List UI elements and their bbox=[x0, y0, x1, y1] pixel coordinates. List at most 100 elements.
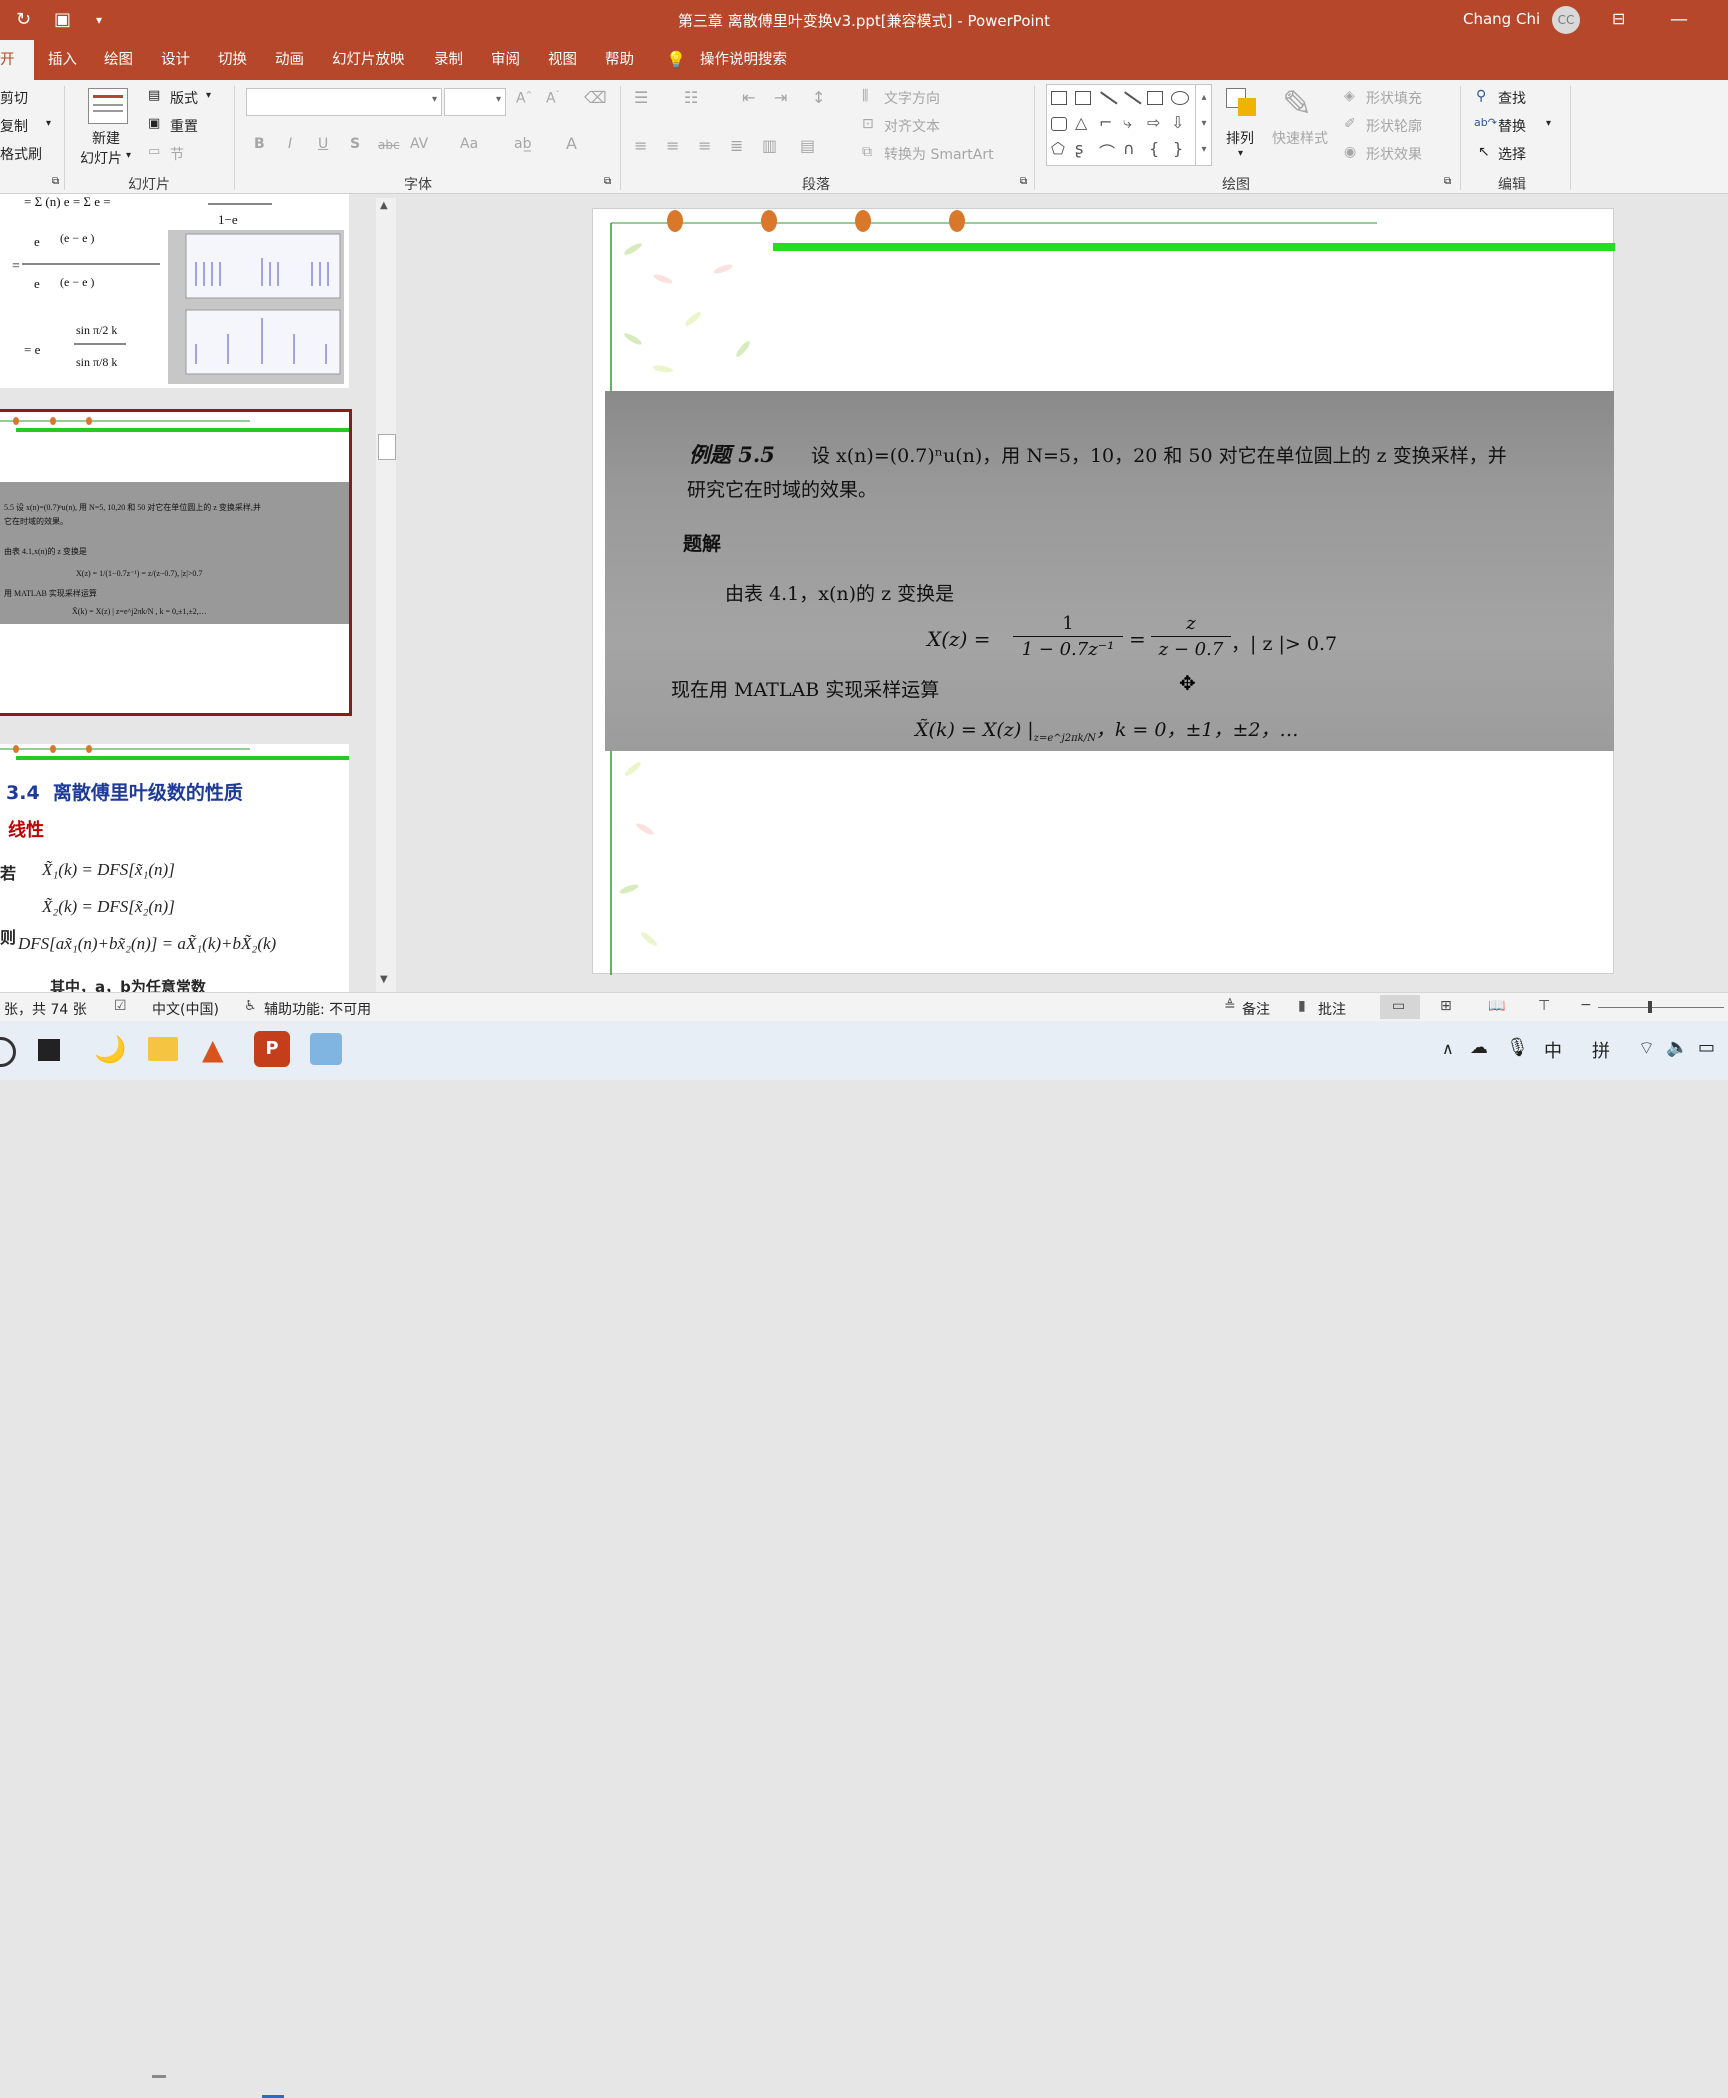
italic-button[interactable]: I bbox=[288, 136, 292, 152]
notes-button[interactable]: 备注 bbox=[1242, 999, 1270, 1019]
new-slide-label[interactable]: 新建 bbox=[92, 128, 120, 148]
copy-button[interactable]: 复制 bbox=[0, 116, 28, 136]
scroll-down-icon[interactable]: ▼ bbox=[380, 974, 388, 985]
scribble-shape[interactable]: ʂ bbox=[1075, 139, 1083, 158]
rounded-rect-shape[interactable] bbox=[1051, 117, 1067, 131]
zoom-out-icon[interactable]: − bbox=[1580, 997, 1592, 1013]
chevron-down-icon[interactable]: ▾ bbox=[206, 90, 211, 101]
slide-thumbnail-1[interactable]: = Σ (n) e = Σ e = 1−e e (e − e ) = e (e … bbox=[0, 194, 349, 388]
tab-view[interactable]: 视图 bbox=[548, 40, 577, 80]
reset-button[interactable]: 重置 bbox=[170, 116, 198, 136]
line-spacing-icon[interactable]: ↕ bbox=[812, 88, 825, 107]
line-shape[interactable] bbox=[1100, 91, 1118, 105]
arrange-button[interactable]: 排列 bbox=[1226, 128, 1254, 148]
tab-slideshow[interactable]: 幻灯片放映 bbox=[332, 40, 405, 80]
find-button[interactable]: 查找 bbox=[1498, 88, 1526, 108]
language-indicator[interactable]: 中文(中国) bbox=[152, 999, 219, 1019]
spellcheck-icon[interactable]: ☑ bbox=[114, 998, 127, 1014]
textbox-shape[interactable] bbox=[1051, 91, 1067, 105]
rectangle-shape[interactable] bbox=[1147, 91, 1163, 105]
change-case-button[interactable]: Aa bbox=[460, 136, 478, 152]
format-painter-button[interactable]: 格式刷 bbox=[0, 144, 42, 164]
wifi-icon[interactable]: ⌔ bbox=[1638, 1037, 1655, 1060]
matlab-icon[interactable]: ▲ bbox=[202, 1033, 236, 1067]
textbook-photo[interactable]: 例题 5.5 设 x(n)=(0.7)ⁿu(n)，用 N=5，10，20 和 5… bbox=[605, 391, 1614, 751]
curve-shape[interactable]: ∩ bbox=[1123, 139, 1135, 158]
bullets-icon[interactable]: ☰ bbox=[634, 88, 648, 107]
elbow-connector-shape[interactable]: ⌐ bbox=[1099, 113, 1112, 132]
file-explorer-icon[interactable] bbox=[148, 1037, 178, 1061]
task-view-icon[interactable] bbox=[38, 1039, 60, 1061]
thumbnail-scrollbar[interactable]: ▲ ▼ bbox=[376, 198, 396, 992]
user-name[interactable]: Chang Chi bbox=[1463, 10, 1540, 28]
shapes-gallery[interactable]: △ ⌐ ⤷ ⇨ ⇩ ⬠ ʂ ⌒ ∩ { } ▴ ▾ ▾ bbox=[1046, 84, 1212, 166]
moon-app-icon[interactable]: 🌙 bbox=[94, 1033, 128, 1067]
triangle-shape[interactable]: △ bbox=[1075, 113, 1087, 132]
tab-draw[interactable]: 绘图 bbox=[104, 40, 133, 80]
tab-insert[interactable]: 插入 bbox=[48, 40, 77, 80]
paragraph-launcher-icon[interactable]: ⧉ bbox=[1020, 176, 1027, 187]
font-color-icon[interactable]: A bbox=[566, 134, 577, 153]
slide-thumbnail-3[interactable]: 3.4 离散傅里叶级数的性质 线性 若 X̃₁(k) = DFS[x̃₁(n)]… bbox=[0, 744, 349, 992]
tab-record[interactable]: 录制 bbox=[434, 40, 463, 80]
columns-icon[interactable]: ▤ bbox=[800, 136, 815, 155]
microphone-icon[interactable]: 🎙 bbox=[1506, 1037, 1529, 1058]
remote-app-icon[interactable] bbox=[310, 1033, 342, 1065]
font-name-dropdown[interactable]: ▾ bbox=[246, 88, 442, 116]
cloud-icon[interactable]: ☁ bbox=[1470, 1037, 1488, 1058]
tab-home[interactable]: 开始 bbox=[0, 40, 34, 108]
increase-indent-icon[interactable]: ⇥ bbox=[774, 88, 787, 107]
slide-sorter-icon[interactable]: ⊞ bbox=[1440, 998, 1452, 1014]
tab-help[interactable]: 帮助 bbox=[605, 40, 634, 80]
drawing-launcher-icon[interactable]: ⧉ bbox=[1444, 176, 1451, 187]
shape-outline-button[interactable]: 形状轮廓 bbox=[1366, 116, 1422, 136]
gallery-scroll[interactable]: ▴ ▾ ▾ bbox=[1195, 85, 1212, 165]
strikethrough-button[interactable]: abc bbox=[378, 138, 400, 152]
vertical-textbox-shape[interactable] bbox=[1075, 91, 1091, 105]
underline-button[interactable]: U bbox=[318, 136, 328, 152]
right-brace-shape[interactable]: } bbox=[1173, 139, 1183, 158]
slideshow-icon[interactable]: ⊤ bbox=[1538, 998, 1550, 1014]
copy-dropdown-icon[interactable]: ▾ bbox=[46, 118, 51, 129]
tab-animations[interactable]: 动画 bbox=[275, 40, 304, 80]
slide-canvas[interactable]: 例题 5.5 设 x(n)=(0.7)ⁿu(n)，用 N=5，10，20 和 5… bbox=[592, 208, 1615, 975]
slide-count[interactable]: 张，共 74 张 bbox=[4, 999, 87, 1019]
volume-icon[interactable]: 🔈 bbox=[1666, 1037, 1688, 1058]
freeform-shape[interactable]: ⬠ bbox=[1051, 139, 1065, 158]
clear-format-icon[interactable]: ⌫ bbox=[584, 88, 607, 107]
chevron-up-icon[interactable]: ∧ bbox=[1442, 1039, 1454, 1058]
powerpoint-icon[interactable]: P bbox=[254, 1031, 290, 1067]
tab-review[interactable]: 审阅 bbox=[491, 40, 520, 80]
down-arrow-shape[interactable]: ⇩ bbox=[1171, 113, 1184, 132]
chevron-down-icon[interactable]: ▾ bbox=[1238, 148, 1243, 159]
quick-styles-button[interactable]: 快速样式 bbox=[1272, 128, 1328, 148]
ime-pinyin[interactable]: 拼 bbox=[1592, 1037, 1610, 1063]
decrease-indent-icon[interactable]: ⇤ bbox=[742, 88, 755, 107]
arrange-icon[interactable] bbox=[1226, 88, 1260, 122]
replace-button[interactable]: 替换 bbox=[1498, 116, 1526, 136]
cut-button[interactable]: 剪切 bbox=[0, 88, 28, 108]
tab-transitions[interactable]: 切换 bbox=[218, 40, 247, 80]
smartart-button[interactable]: 转换为 SmartArt bbox=[884, 144, 994, 164]
ime-mode[interactable]: 中 bbox=[1544, 1037, 1562, 1063]
normal-view-button[interactable]: ▭ bbox=[1380, 995, 1420, 1019]
ribbon-display-icon[interactable]: ⊟ bbox=[1612, 9, 1625, 28]
elbow-arrow-shape[interactable]: ⤷ bbox=[1123, 113, 1132, 133]
new-slide-icon[interactable] bbox=[88, 88, 128, 124]
bold-button[interactable]: B bbox=[254, 136, 265, 152]
layout-button[interactable]: 版式 bbox=[170, 88, 198, 108]
select-button[interactable]: 选择 bbox=[1498, 144, 1526, 164]
tell-me-search[interactable]: 操作说明搜索 bbox=[700, 40, 787, 80]
align-left-icon[interactable]: ≡ bbox=[634, 136, 647, 155]
font-launcher-icon[interactable]: ⧉ bbox=[604, 176, 611, 187]
tab-design[interactable]: 设计 bbox=[161, 40, 190, 80]
chevron-down-icon[interactable]: ▾ bbox=[126, 150, 131, 161]
clipboard-launcher-icon[interactable]: ⧉ bbox=[52, 176, 59, 187]
arrow-shape[interactable] bbox=[1124, 91, 1142, 105]
new-slide-label-2[interactable]: 幻灯片 bbox=[80, 148, 122, 168]
shadow-button[interactable]: S bbox=[350, 136, 360, 152]
text-direction-button[interactable]: 文字方向 bbox=[884, 88, 940, 108]
section-button[interactable]: 节 bbox=[170, 144, 184, 164]
scroll-thumb[interactable] bbox=[378, 434, 396, 460]
scroll-up-icon[interactable]: ▲ bbox=[380, 200, 388, 211]
